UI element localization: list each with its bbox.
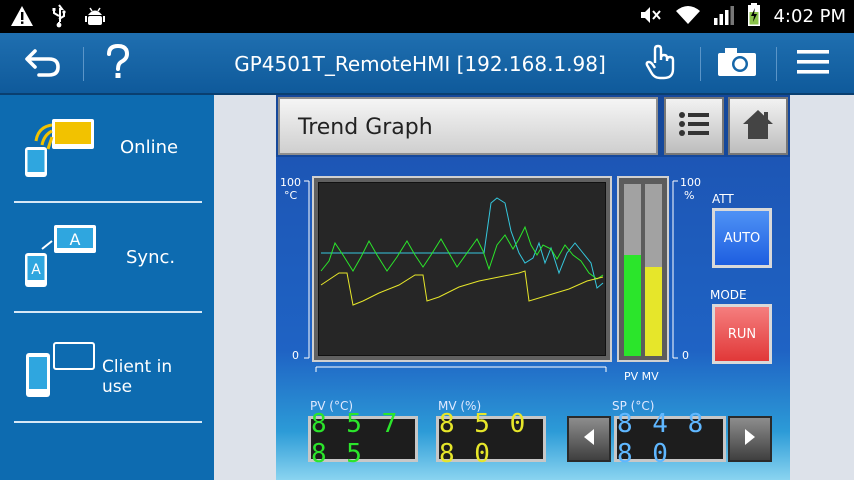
sidebar-item-online[interactable]: Online	[14, 95, 202, 203]
menu-icon	[796, 48, 830, 80]
home-button[interactable]	[728, 97, 788, 155]
mode-label: MODE	[710, 288, 747, 302]
window-title: GP4501T_RemoteHMI [192.168.1.98]	[234, 52, 606, 76]
sidebar-item-label: Online	[120, 137, 179, 158]
left-axis-unit: °C	[284, 189, 298, 202]
hmi-title-box: Trend Graph	[278, 97, 658, 155]
sp-readout[interactable]: 8 4 8 8 0	[614, 409, 726, 469]
camera-icon	[716, 46, 758, 82]
auto-button-label: AUTO	[723, 230, 761, 246]
arrow-right-icon	[743, 428, 757, 450]
sp-decrease-button[interactable]	[567, 416, 611, 462]
trend-line-sp	[321, 197, 604, 289]
action-bar-separator	[83, 47, 84, 81]
sidebar-item-label: Client in use	[102, 357, 173, 397]
trend-graph	[312, 176, 612, 362]
att-label: ATT	[712, 192, 734, 206]
camera-button[interactable]	[707, 33, 767, 95]
sidebar-item-sync[interactable]: AA Sync.	[14, 205, 202, 313]
signal-icon	[713, 4, 735, 30]
action-bar-separator	[776, 47, 777, 81]
auto-button[interactable]: AUTO	[712, 208, 772, 268]
help-icon	[105, 43, 131, 85]
svg-text:A: A	[31, 262, 41, 278]
status-time: 4:02 PM	[773, 6, 846, 27]
arrow-left-icon	[582, 428, 596, 450]
trend-plot-area	[318, 182, 606, 356]
pv-readout: 8 5 7 8 5	[308, 409, 418, 469]
help-button[interactable]	[88, 33, 148, 95]
bar-labels: PV MV	[624, 370, 659, 383]
mute-icon	[639, 4, 663, 30]
right-axis-unit: %	[684, 189, 695, 202]
sp-increase-button[interactable]	[728, 416, 772, 462]
left-axis-top: 100	[280, 176, 301, 189]
warning-icon	[10, 5, 34, 31]
time-axis	[315, 366, 607, 372]
pv-bar-track	[624, 184, 641, 356]
right-axis-bottom: 0	[682, 349, 689, 362]
left-axis-ticks	[304, 180, 310, 359]
mv-value: 8 5 0 8 0	[439, 409, 528, 469]
online-icon	[22, 117, 98, 185]
back-button[interactable]	[8, 33, 78, 95]
action-bar: GP4501T_RemoteHMI [192.168.1.98]	[0, 33, 854, 95]
right-axis-ticks	[672, 180, 678, 359]
sync-icon: AA	[22, 223, 98, 295]
home-icon	[741, 107, 775, 145]
bar-meters	[617, 176, 669, 362]
menu-button[interactable]	[783, 33, 843, 95]
back-icon	[23, 45, 63, 83]
touch-button[interactable]	[630, 33, 690, 95]
android-debug-icon	[84, 5, 106, 31]
run-button-label: RUN	[727, 326, 757, 342]
list-button[interactable]	[664, 97, 724, 155]
pv-value: 8 5 7 8 5	[311, 409, 400, 469]
mv-bar-fill	[645, 266, 662, 356]
sidebar-item-client[interactable]: Client in use	[14, 315, 202, 423]
sidebar-item-label: Sync.	[126, 247, 176, 268]
action-bar-separator	[700, 47, 701, 81]
svg-text:A: A	[70, 230, 81, 249]
left-axis-bottom: 0	[292, 349, 299, 362]
client-icon	[22, 341, 98, 405]
touch-icon	[642, 43, 678, 85]
status-bar: 4:02 PM	[0, 0, 854, 33]
list-icon	[677, 109, 711, 143]
sp-value: 8 4 8 8 0	[617, 409, 706, 469]
battery-charging-icon	[747, 3, 761, 31]
mv-readout: 8 5 0 8 0	[436, 409, 546, 469]
right-axis-top: 100	[680, 176, 701, 189]
pv-bar-fill	[624, 254, 641, 356]
trend-lines	[320, 197, 604, 306]
mv-bar-track	[645, 184, 662, 356]
usb-icon	[50, 4, 68, 32]
wifi-icon	[675, 4, 701, 30]
app-root: 4:02 PM GP4501T_RemoteHMI [192.168.1.98]	[0, 0, 854, 480]
hmi-title: Trend Graph	[298, 115, 433, 140]
trend-line-mv	[320, 270, 604, 306]
run-button[interactable]: RUN	[712, 304, 772, 364]
sidebar: Online AA Sync. Client in use	[0, 95, 214, 480]
